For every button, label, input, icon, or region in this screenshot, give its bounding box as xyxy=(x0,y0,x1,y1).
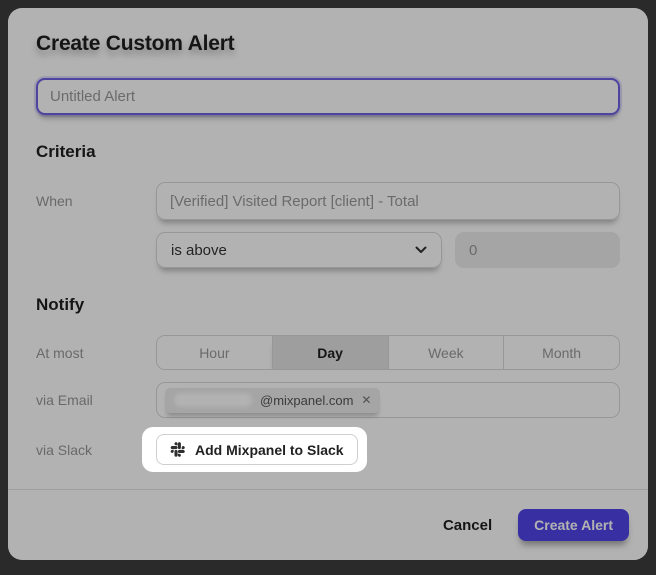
email-recipient-chip: @mixpanel.com ✕ xyxy=(165,388,380,413)
when-label: When xyxy=(36,193,156,209)
operator-row: is above xyxy=(36,232,620,268)
via-slack-row: via Slack Add Mixpanel to Slack xyxy=(36,427,620,472)
remove-email-icon[interactable]: ✕ xyxy=(361,394,371,406)
frequency-option-day[interactable]: Day xyxy=(272,336,388,369)
dialog-title: Create Custom Alert xyxy=(36,32,620,56)
cancel-button[interactable]: Cancel xyxy=(443,517,492,534)
slack-button-label: Add Mixpanel to Slack xyxy=(195,442,344,458)
via-slack-label: via Slack xyxy=(36,442,156,458)
when-row: When [Verified] Visited Report [client] … xyxy=(36,182,620,220)
create-alert-button[interactable]: Create Alert xyxy=(518,509,629,541)
at-most-label: At most xyxy=(36,345,156,361)
frequency-segmented-control: Hour Day Week Month xyxy=(156,335,620,370)
add-mixpanel-to-slack-button[interactable]: Add Mixpanel to Slack xyxy=(156,434,358,465)
frequency-option-hour[interactable]: Hour xyxy=(157,336,272,369)
slack-button-spotlight: Add Mixpanel to Slack xyxy=(142,427,367,472)
frequency-option-month[interactable]: Month xyxy=(503,336,619,369)
notify-heading: Notify xyxy=(36,295,620,315)
threshold-input[interactable] xyxy=(455,232,620,268)
frequency-option-week[interactable]: Week xyxy=(388,336,504,369)
create-custom-alert-dialog: Create Custom Alert Criteria When [Verif… xyxy=(8,8,648,560)
dialog-body: Create Custom Alert Criteria When [Verif… xyxy=(8,8,648,472)
dialog-footer: Cancel Create Alert xyxy=(8,489,648,560)
email-domain-text: @mixpanel.com xyxy=(260,393,353,408)
via-email-row: via Email @mixpanel.com ✕ xyxy=(36,382,620,418)
operator-select[interactable]: is above xyxy=(156,232,442,268)
chevron-down-icon xyxy=(415,246,427,254)
operator-value: is above xyxy=(171,242,227,259)
slack-icon xyxy=(170,442,185,457)
event-select-field[interactable]: [Verified] Visited Report [client] - Tot… xyxy=(156,182,620,220)
redacted-email-username xyxy=(174,393,252,407)
criteria-heading: Criteria xyxy=(36,142,620,162)
at-most-row: At most Hour Day Week Month xyxy=(36,335,620,370)
email-recipients-field[interactable]: @mixpanel.com ✕ xyxy=(156,382,620,418)
alert-name-input[interactable] xyxy=(36,78,620,115)
via-email-label: via Email xyxy=(36,392,156,408)
